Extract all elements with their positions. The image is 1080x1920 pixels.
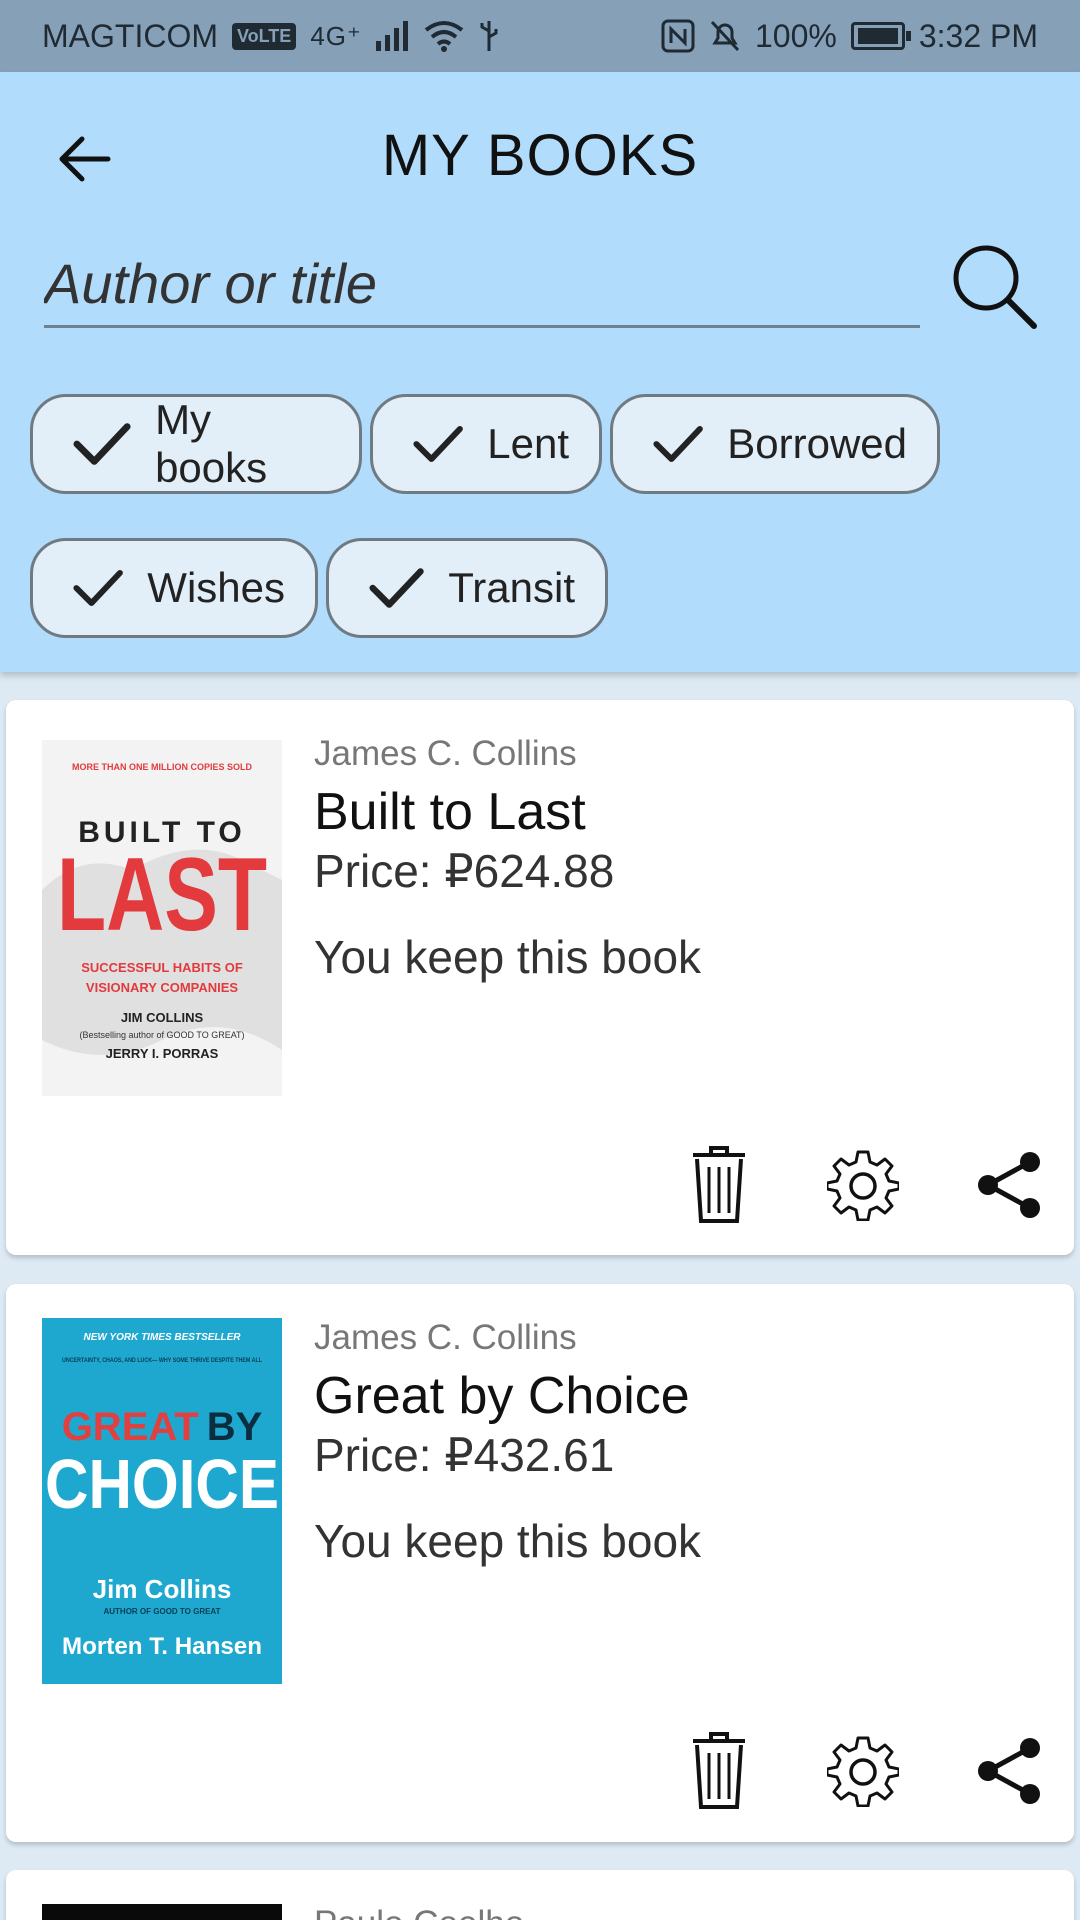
- filter-chip-label: Borrowed: [727, 420, 907, 467]
- search-icon: [953, 245, 1037, 329]
- book-author: James C. Collins: [314, 1318, 577, 1357]
- status-left: MAGTICOM VoLTE 4G⁺: [42, 18, 500, 55]
- filter-chip-my-books[interactable]: My books: [30, 394, 362, 494]
- check-icon: [73, 423, 131, 465]
- signal-icon: [375, 21, 408, 51]
- gear-icon: [827, 1736, 899, 1807]
- filter-chip-lent[interactable]: Lent: [370, 394, 602, 494]
- book-title: Built to Last: [314, 783, 586, 841]
- search-input[interactable]: [44, 242, 920, 328]
- cover-top-line: NEW YORK TIMES BESTSELLER: [83, 1332, 241, 1343]
- share-button[interactable]: [964, 1726, 1054, 1816]
- check-icon: [73, 569, 123, 607]
- status-right: 100% 3:32 PM: [661, 18, 1038, 55]
- carrier-name: MAGTICOM: [42, 17, 218, 54]
- mute-bell-icon: [710, 20, 740, 52]
- book-author: James C. Collins: [314, 734, 577, 773]
- share-icon: [978, 1152, 1040, 1218]
- settings-button[interactable]: [818, 1726, 908, 1816]
- wifi-icon: [424, 21, 463, 52]
- search-button[interactable]: [950, 242, 1040, 332]
- filter-chip-wishes[interactable]: Wishes: [30, 538, 318, 638]
- share-button[interactable]: [964, 1140, 1054, 1230]
- book-cover-art: MORE THAN ONE MILLION COPIES SOLD BUILT …: [42, 740, 282, 1096]
- cover-note: AUTHOR OF GOOD TO GREAT: [103, 1607, 220, 1616]
- book-cover[interactable]: MORE THAN ONE MILLION COPIES SOLD BUILT …: [42, 740, 282, 1096]
- filter-chip-borrowed[interactable]: Borrowed: [610, 394, 940, 494]
- delete-button[interactable]: [674, 1726, 764, 1816]
- book-author: Paulo Coelho: [314, 1904, 524, 1920]
- cover-tagline: UNCERTAINTY, CHAOS, AND LUCK— WHY SOME T…: [62, 1358, 262, 1364]
- cover-author1: JIM COLLINS: [121, 1010, 204, 1025]
- volte-badge: VoLTE: [231, 22, 297, 50]
- book-card[interactable]: MORE THAN ONE MILLION COPIES SOLD BUILT …: [6, 700, 1074, 1255]
- cover-line2: LAST: [57, 837, 267, 953]
- check-icon: [369, 568, 424, 608]
- cover-sub2: VISIONARY COMPANIES: [86, 980, 239, 995]
- app-header: MY BOOKS My books Lent Borrowed Wishes: [0, 72, 1080, 672]
- filter-chip-transit[interactable]: Transit: [326, 538, 608, 638]
- settings-button[interactable]: [818, 1140, 908, 1230]
- filter-chip-label: My books: [155, 396, 268, 491]
- filter-chip-label: Lent: [487, 420, 569, 467]
- cover-sub1: SUCCESSFUL HABITS OF: [81, 960, 243, 975]
- check-icon: [653, 425, 703, 463]
- usb-icon: [480, 21, 498, 51]
- book-title: Great by Choice: [314, 1367, 690, 1425]
- book-card[interactable]: NEW YORK TIMES BESTSELLER UNCERTAINTY, C…: [6, 1284, 1074, 1842]
- filter-chip-label: Wishes: [147, 564, 285, 611]
- book-status: You keep this book: [314, 1515, 702, 1567]
- filter-chip-label: Transit: [448, 564, 575, 611]
- check-icon: [413, 425, 463, 463]
- book-price: Price: ₽432.61: [314, 1429, 615, 1481]
- nfc-icon: [661, 19, 695, 53]
- cover-author1: Jim Collins: [93, 1574, 232, 1604]
- book-cover[interactable]: [42, 1904, 282, 1920]
- book-card[interactable]: Paulo Coelho: [6, 1870, 1074, 1920]
- cover-author2: JERRY I. PORRAS: [106, 1046, 219, 1061]
- cover-note: (Bestselling author of GOOD TO GREAT): [79, 1030, 244, 1040]
- trash-icon: [693, 1732, 745, 1809]
- share-icon: [978, 1738, 1040, 1804]
- page-title: MY BOOKS: [381, 123, 699, 188]
- battery-percent: 100%: [754, 17, 837, 54]
- network-type: 4G⁺: [310, 20, 362, 51]
- book-status: You keep this book: [314, 931, 702, 983]
- status-bar: MAGTICOM VoLTE 4G⁺ 100% 3:32 PM: [0, 0, 1080, 72]
- book-cover-art: NEW YORK TIMES BESTSELLER UNCERTAINTY, C…: [42, 1318, 282, 1684]
- cover-line1: GREAT BY: [62, 1405, 263, 1449]
- book-cover[interactable]: NEW YORK TIMES BESTSELLER UNCERTAINTY, C…: [42, 1318, 282, 1684]
- battery-icon: [850, 22, 911, 50]
- cover-top-line: MORE THAN ONE MILLION COPIES SOLD: [72, 762, 253, 772]
- cover-author2: Morten T. Hansen: [62, 1633, 262, 1660]
- gear-icon: [827, 1150, 899, 1221]
- trash-icon: [693, 1146, 745, 1223]
- cover-line2: CHOICE: [45, 1445, 279, 1523]
- cover-word1: GREAT: [62, 1405, 199, 1449]
- clock: 3:32 PM: [918, 17, 1038, 54]
- book-price: Price: ₽624.88: [314, 845, 615, 897]
- cover-word2: BY: [207, 1405, 263, 1449]
- delete-button[interactable]: [674, 1140, 764, 1230]
